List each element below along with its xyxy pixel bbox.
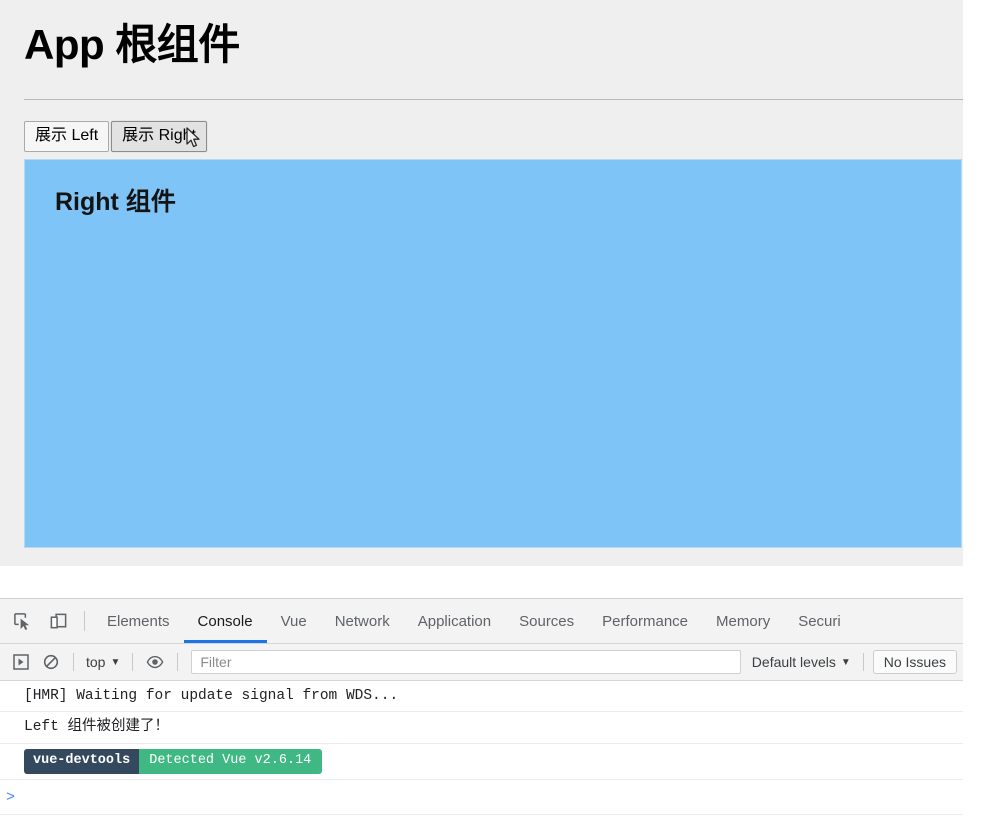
console-message-row: Left 组件被创建了！ xyxy=(0,712,963,744)
clear-console-icon[interactable] xyxy=(38,649,64,675)
right-component-heading: Right 组件 xyxy=(55,188,176,216)
title-divider xyxy=(24,99,963,100)
browser-page-viewport: App 根组件 展示 Left 展示 Right Right 组件 xyxy=(0,0,963,598)
right-component-panel: Right 组件 xyxy=(24,159,962,548)
show-right-button[interactable]: 展示 Right xyxy=(111,121,207,153)
vue-devtools-badge-label: vue-devtools xyxy=(24,748,140,775)
toolbar-divider-2 xyxy=(132,653,134,671)
tab-application[interactable]: Application xyxy=(404,599,505,643)
tab-vue[interactable]: Vue xyxy=(267,599,321,643)
toolbar-divider-3 xyxy=(177,653,179,671)
vue-devtools-badge-value: Detected Vue v2.6.14 xyxy=(139,748,323,775)
log-level-selector[interactable]: Default levels ▼ xyxy=(747,652,856,672)
console-filter-input[interactable] xyxy=(191,650,741,674)
page-bottom-whitespace xyxy=(0,566,963,598)
devtools-tab-bar: Elements Console Vue Network Application… xyxy=(0,599,963,644)
console-message-row: [HMR] Waiting for update signal from WDS… xyxy=(0,681,963,713)
tab-elements[interactable]: Elements xyxy=(93,599,184,643)
console-prompt-row[interactable]: > xyxy=(0,780,963,816)
execute-context-icon[interactable] xyxy=(8,649,34,675)
console-message-row: vue-devtools Detected Vue v2.6.14 xyxy=(0,744,963,781)
page-right-gutter xyxy=(963,0,983,816)
show-left-button[interactable]: 展示 Left xyxy=(24,121,110,153)
execution-context-selector[interactable]: top ▼ xyxy=(81,652,125,672)
page-title: App 根组件 xyxy=(24,21,240,68)
tab-network[interactable]: Network xyxy=(321,599,404,643)
tab-sources[interactable]: Sources xyxy=(505,599,588,643)
log-level-value: Default levels xyxy=(751,654,836,670)
console-message-list: [HMR] Waiting for update signal from WDS… xyxy=(0,681,963,816)
vue-devtools-badge: vue-devtools Detected Vue v2.6.14 xyxy=(24,748,323,775)
prompt-chevron-icon: > xyxy=(6,788,16,806)
inspect-element-icon[interactable] xyxy=(7,606,37,636)
no-issues-button[interactable]: No Issues xyxy=(872,650,957,674)
devtools-panel: Elements Console Vue Network Application… xyxy=(0,598,963,817)
tabbar-divider xyxy=(84,611,85,631)
component-toggle-button-group: 展示 Left 展示 Right xyxy=(24,121,207,153)
console-toolbar: top ▼ Default levels ▼ No Issues xyxy=(0,644,963,681)
device-toolbar-icon[interactable] xyxy=(43,606,73,636)
execution-context-value: top xyxy=(86,654,106,670)
chevron-down-icon: ▼ xyxy=(840,656,851,668)
toolbar-divider-1 xyxy=(73,653,74,671)
chevron-down-icon: ▼ xyxy=(110,656,121,668)
tab-performance[interactable]: Performance xyxy=(588,599,702,643)
tab-console[interactable]: Console xyxy=(184,599,267,643)
tab-memory[interactable]: Memory xyxy=(702,599,784,643)
tab-security[interactable]: Securi xyxy=(784,599,855,643)
live-expression-eye-icon[interactable] xyxy=(142,649,168,675)
toolbar-divider-4 xyxy=(862,653,864,671)
